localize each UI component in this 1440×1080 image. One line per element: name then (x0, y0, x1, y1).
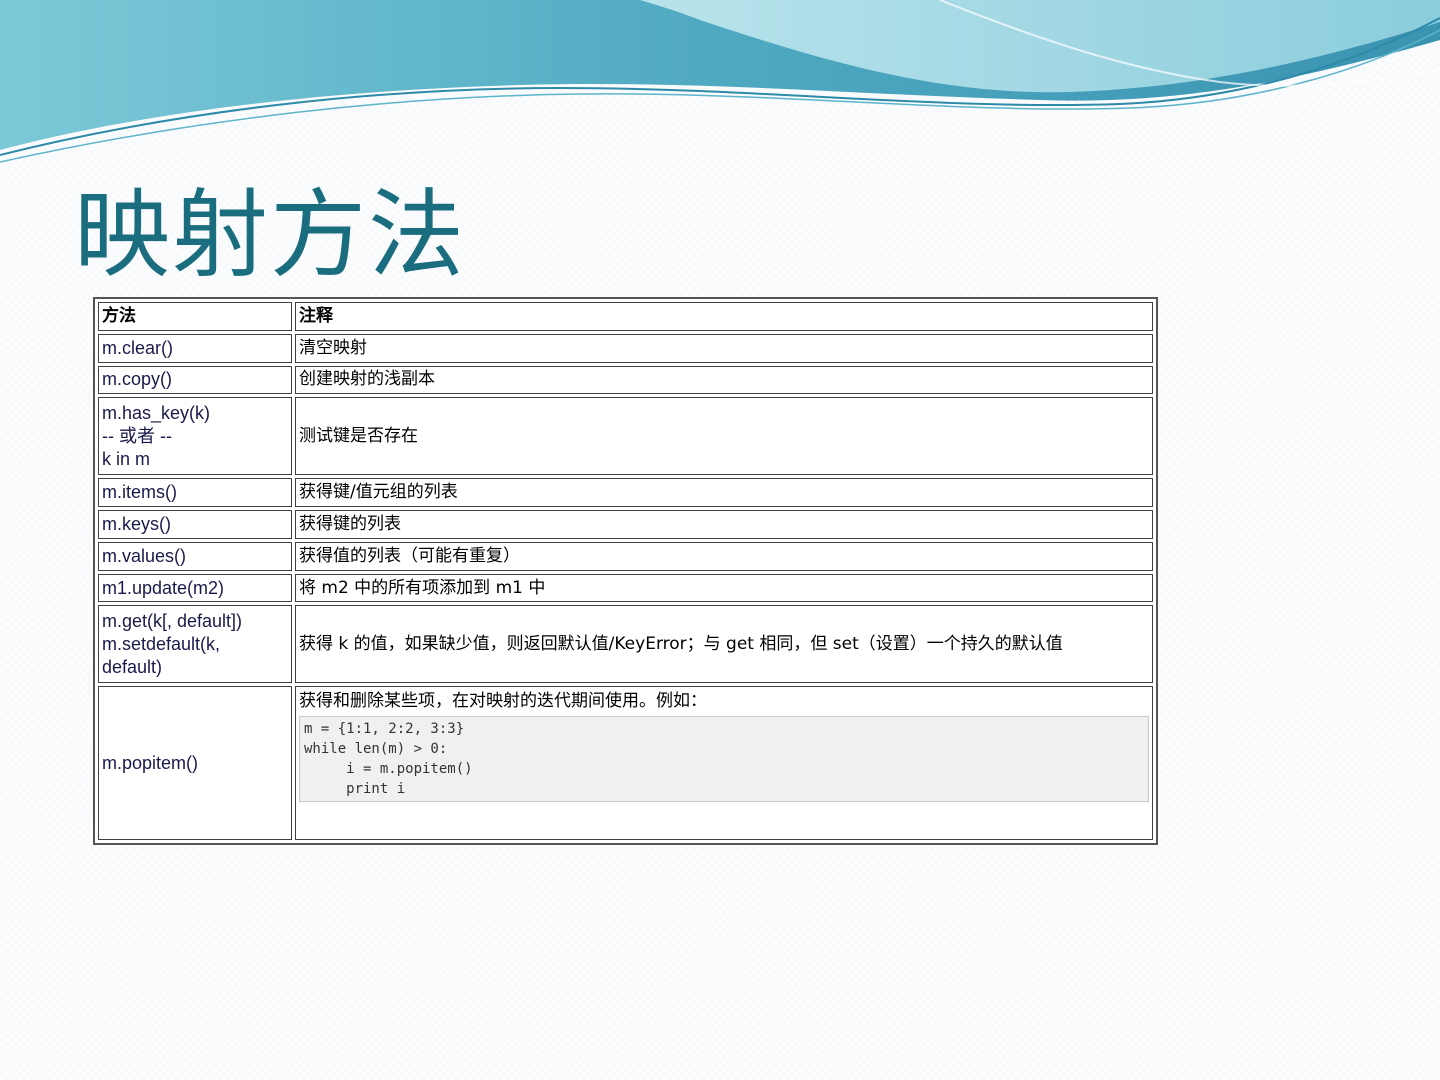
header-note: 注释 (295, 302, 1153, 331)
method-cell: m.get(k[, default]) m.setdefault(k, defa… (98, 605, 292, 684)
method-cell: m.has_key(k) -- 或者 -- k in m (98, 397, 292, 476)
method-cell: m.items() (98, 478, 292, 508)
method-line: m.keys() (102, 513, 171, 534)
note-cell: 获得和删除某些项，在对映射的迭代期间使用。例如： m = {1:1, 2:2, … (295, 686, 1153, 840)
note-cell: 清空映射 (295, 333, 1153, 363)
method-line: m.items() (102, 482, 177, 503)
table-row: m.keys() 获得键的列表 (98, 510, 1153, 539)
table-row: m.has_key(k) -- 或者 -- k in m 测试键是否存在 (98, 397, 1153, 476)
table-row: m1.update(m2) 将 m2 中的所有项添加到 m1 中 (98, 573, 1153, 603)
method-line: m.has_key(k) (102, 402, 211, 423)
method-line: k in m (102, 448, 151, 469)
note-cell: 创建映射的浅副本 (295, 365, 1153, 395)
method-line: m.setdefault(k, (102, 633, 221, 654)
note-cell: 将 m2 中的所有项添加到 m1 中 (295, 573, 1153, 603)
code-example: m = {1:1, 2:2, 3:3} while len(m) > 0: i =… (299, 716, 1149, 803)
method-line: default) (102, 656, 163, 677)
note-cell: 获得键的列表 (295, 510, 1153, 539)
table-header-row: 方法 注释 (98, 302, 1153, 331)
table-row: m.get(k[, default]) m.setdefault(k, defa… (98, 605, 1153, 684)
code-line: i = m.popitem() (304, 761, 473, 778)
method-line: m.clear() (102, 337, 173, 358)
note-cell: 获得 k 的值，如果缺少值，则返回默认值/KeyError；与 get 相同，但… (295, 605, 1153, 684)
method-cell: m.copy() (98, 365, 292, 395)
method-cell: m.values() (98, 541, 292, 571)
method-line: m.get(k[, default]) (102, 610, 243, 631)
table-row: m.popitem() 获得和删除某些项，在对映射的迭代期间使用。例如： m =… (98, 686, 1153, 840)
table-row: m.clear() 清空映射 (98, 333, 1153, 363)
method-cell: m.clear() (98, 333, 292, 363)
note-cell: 获得值的列表（可能有重复） (295, 541, 1153, 571)
code-line: m = {1:1, 2:2, 3:3} (304, 721, 465, 738)
methods-table: 方法 注释 m.clear() 清空映射 m.copy() 创建映射的浅副本 m… (95, 299, 1156, 843)
slide-title: 映射方法 (74, 179, 466, 291)
code-line: while len(m) > 0: (304, 741, 448, 758)
method-cell: m.popitem() (98, 686, 292, 840)
table-row: m.copy() 创建映射的浅副本 (98, 365, 1153, 395)
method-line: m.popitem() (102, 752, 199, 773)
note-cell: 获得键/值元组的列表 (295, 478, 1153, 508)
table-row: m.values() 获得值的列表（可能有重复） (98, 541, 1153, 571)
header-method: 方法 (98, 302, 292, 331)
header-wave-decoration (0, 0, 1440, 163)
method-cell: m.keys() (98, 510, 292, 539)
method-line: -- 或者 -- (102, 425, 172, 446)
method-line: m.copy() (102, 369, 173, 390)
methods-table-frame: 方法 注释 m.clear() 清空映射 m.copy() 创建映射的浅副本 m… (93, 297, 1158, 845)
method-line: m.values() (102, 545, 187, 566)
table-row: m.items() 获得键/值元组的列表 (98, 478, 1153, 508)
method-line: m1.update(m2) (102, 577, 225, 598)
note-text: 获得和删除某些项，在对映射的迭代期间使用。例如： (299, 691, 707, 712)
code-line: print i (304, 781, 406, 798)
method-cell: m1.update(m2) (98, 573, 292, 603)
note-cell: 测试键是否存在 (295, 397, 1153, 476)
